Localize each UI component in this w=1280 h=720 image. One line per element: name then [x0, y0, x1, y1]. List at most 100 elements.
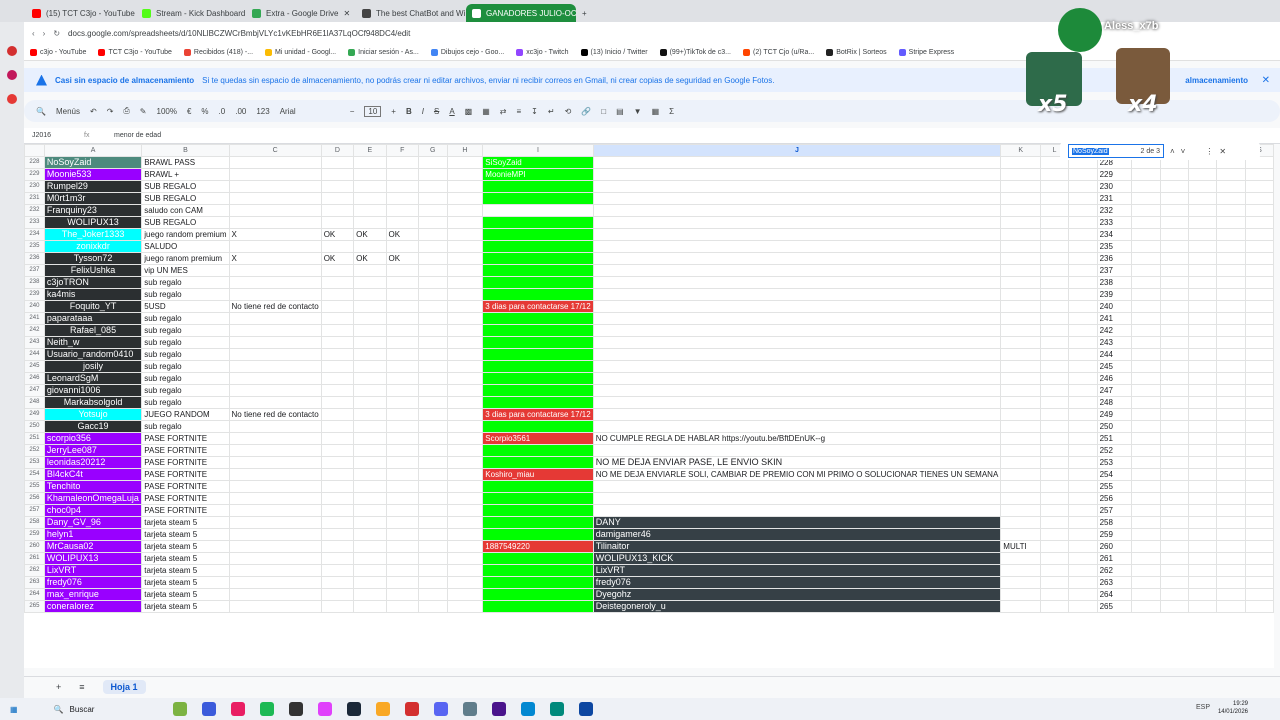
cell-b[interactable]: saludo con CAM: [141, 204, 230, 217]
cell-q[interactable]: [1187, 468, 1218, 481]
cell-s[interactable]: [1244, 228, 1274, 241]
cell-i[interactable]: [482, 600, 594, 613]
cell-f[interactable]: [385, 276, 419, 289]
bookmark-item[interactable]: c3jo - YouTube: [30, 48, 86, 56]
cell-i[interactable]: 3 dias para contactarse 17/12: [482, 408, 594, 421]
cell-m[interactable]: [1067, 192, 1098, 205]
cell-p[interactable]: [1159, 168, 1189, 181]
cell-f[interactable]: [385, 324, 419, 337]
column-header-c[interactable]: C: [228, 144, 322, 157]
cell-k[interactable]: [1000, 252, 1042, 265]
row-number[interactable]: 229: [24, 168, 45, 181]
cell-e[interactable]: [353, 420, 387, 433]
cell-m[interactable]: [1067, 396, 1098, 409]
borders-icon[interactable]: ▦: [482, 107, 490, 116]
cell-j[interactable]: [592, 504, 1002, 517]
cell-p[interactable]: [1159, 252, 1189, 265]
cell-p[interactable]: [1159, 480, 1189, 493]
cell-r[interactable]: [1216, 192, 1246, 205]
browser-tab[interactable]: The best ChatBot and Wi✕: [356, 4, 466, 22]
cell-p[interactable]: [1159, 192, 1189, 205]
cell-d[interactable]: [320, 156, 355, 169]
cell-e[interactable]: [353, 492, 387, 505]
cell-g[interactable]: [417, 168, 448, 181]
cell-p[interactable]: [1159, 504, 1189, 517]
cell-b[interactable]: tarjeta steam 5: [141, 588, 230, 601]
cell-s[interactable]: [1244, 576, 1274, 589]
text-color-icon[interactable]: A: [449, 107, 454, 116]
cell-f[interactable]: [385, 264, 419, 277]
cell-m[interactable]: [1067, 264, 1098, 277]
reload-icon[interactable]: ↻: [53, 29, 60, 38]
cell-o[interactable]: [1131, 384, 1161, 397]
cell-n[interactable]: 235: [1096, 240, 1133, 253]
cell-n[interactable]: 253: [1096, 456, 1133, 469]
cell-e[interactable]: [353, 480, 387, 493]
cell-c[interactable]: [228, 360, 322, 373]
cell-f[interactable]: [385, 348, 419, 361]
cell-m[interactable]: [1067, 468, 1098, 481]
cell-i[interactable]: [482, 420, 594, 433]
cell-l[interactable]: [1040, 420, 1069, 433]
cell-r[interactable]: [1216, 456, 1246, 469]
chevron-up-icon[interactable]: ˄: [1170, 147, 1175, 156]
cell-a[interactable]: giovanni1006: [43, 384, 143, 397]
cell-l[interactable]: [1040, 228, 1069, 241]
cell-s[interactable]: [1244, 300, 1274, 313]
cell-e[interactable]: [353, 204, 387, 217]
cell-p[interactable]: [1159, 240, 1189, 253]
cell-c[interactable]: [228, 276, 322, 289]
cell-a[interactable]: Yotsujo: [43, 408, 143, 421]
row-number[interactable]: 248: [24, 396, 45, 409]
cell-s[interactable]: [1244, 456, 1274, 469]
cell-s[interactable]: [1244, 564, 1274, 577]
cell-l[interactable]: [1040, 252, 1069, 265]
cell-n[interactable]: 250: [1096, 420, 1133, 433]
language-indicator[interactable]: ESP: [1196, 704, 1210, 711]
cell-j[interactable]: [592, 276, 1002, 289]
cell-a[interactable]: paparataaa: [43, 312, 143, 325]
cell-l[interactable]: [1040, 552, 1069, 565]
font-select[interactable]: Arial: [280, 107, 340, 116]
cell-i[interactable]: [482, 204, 594, 217]
cell-b[interactable]: tarjeta steam 5: [141, 552, 230, 565]
cell-c[interactable]: [228, 588, 322, 601]
cell-a[interactable]: Dany_GV_96: [43, 516, 143, 529]
cell-e[interactable]: [353, 324, 387, 337]
cell-r[interactable]: [1216, 324, 1246, 337]
cell-i[interactable]: [482, 492, 594, 505]
cell-o[interactable]: [1131, 276, 1161, 289]
cell-r[interactable]: [1216, 180, 1246, 193]
row-number[interactable]: 261: [24, 552, 45, 565]
cell-l[interactable]: [1040, 312, 1069, 325]
cell-o[interactable]: [1131, 360, 1161, 373]
cell-i[interactable]: 1887549220: [482, 540, 594, 553]
cell-r[interactable]: [1216, 228, 1246, 241]
cell-f[interactable]: [385, 372, 419, 385]
cell-k[interactable]: [1000, 240, 1042, 253]
cell-p[interactable]: [1159, 600, 1189, 613]
cell-k[interactable]: [1000, 288, 1042, 301]
row-number[interactable]: 257: [24, 504, 45, 517]
cell-d[interactable]: [320, 564, 355, 577]
cell-f[interactable]: [385, 540, 419, 553]
cell-g[interactable]: [417, 516, 448, 529]
cell-a[interactable]: zonixkdr: [43, 240, 143, 253]
cell-e[interactable]: [353, 600, 387, 613]
cell-q[interactable]: [1187, 600, 1218, 613]
cell-h[interactable]: [446, 300, 484, 313]
cell-p[interactable]: [1159, 528, 1189, 541]
cell-j[interactable]: [592, 348, 1002, 361]
cell-d[interactable]: [320, 192, 355, 205]
cell-a[interactable]: JerryLee087: [43, 444, 143, 457]
cell-m[interactable]: [1067, 348, 1098, 361]
photoshop-icon[interactable]: [578, 702, 593, 716]
cell-s[interactable]: [1244, 492, 1274, 505]
cell-i[interactable]: [482, 552, 594, 565]
cell-l[interactable]: [1040, 468, 1069, 481]
cell-o[interactable]: [1131, 480, 1161, 493]
undo-icon[interactable]: ↶: [90, 107, 97, 116]
cell-e[interactable]: [353, 432, 387, 445]
cell-j[interactable]: [592, 396, 1002, 409]
cell-b[interactable]: SUB REGALO: [141, 216, 230, 229]
